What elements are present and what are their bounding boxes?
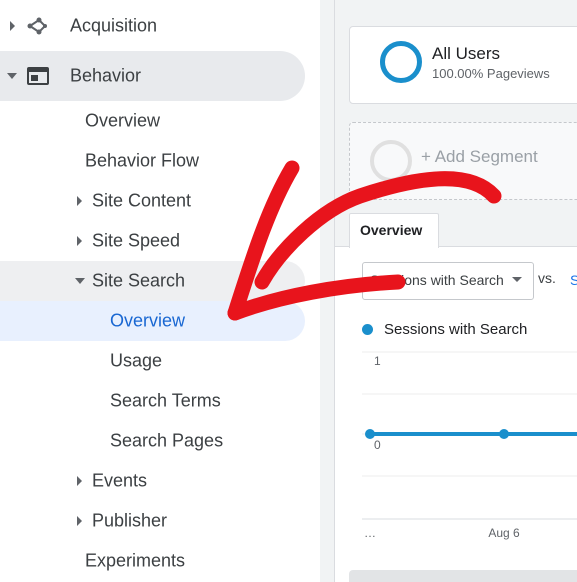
add-segment-button[interactable]: + Add Segment [421,147,538,167]
expand-caret-icon [10,21,15,31]
tab-overview-label: Overview [360,222,423,238]
legend-series-label: Sessions with Search [384,321,528,338]
sidebar-item-experiments[interactable]: Experiments [0,541,305,581]
sidebar-nav: Acquisition Behavior Overview Behavior F… [0,0,320,582]
line-chart: 1 0 … Aug 6 [362,351,577,540]
dropdown-arrow-icon [512,277,522,282]
expand-caret-icon [77,516,82,526]
collapse-caret-icon [75,278,85,284]
sidebar-item-label: Site Speed [92,230,181,251]
expand-caret-icon [77,476,82,486]
sidebar-item-label: Events [92,470,148,491]
compare-metric-link[interactable]: S [570,272,577,288]
compare-vs-label: vs. [538,270,556,286]
sidebar-item-label: Search Terms [110,390,221,411]
sidebar-item-site-content[interactable]: Site Content [0,181,305,221]
sidebar-item-label: Experiments [85,550,186,571]
sidebar-item-label: Behavior [70,65,142,86]
sidebar-item-label: Behavior Flow [85,150,200,171]
sidebar-item-label: Overview [110,310,186,331]
sidebar-item-behavior[interactable]: Behavior [0,56,305,96]
sidebar-item-site-search-overview[interactable]: Overview [0,301,305,341]
sidebar-item-label: Search Pages [110,430,224,451]
acquisition-icon [27,17,47,35]
y-tick-label: 1 [374,354,381,368]
data-point[interactable] [365,429,375,439]
legend-dot-icon [362,324,373,335]
sidebar-item-overview[interactable]: Overview [0,101,305,141]
sidebar-item-search-pages[interactable]: Search Pages [0,421,305,461]
sidebar-item-label: Overview [85,110,161,131]
sidebar-item-label: Usage [110,350,163,371]
sidebar-item-search-terms[interactable]: Search Terms [0,381,305,421]
next-card-edge [349,570,577,582]
sidebar-item-site-speed[interactable]: Site Speed [0,221,305,261]
sidebar-item-publisher[interactable]: Publisher [0,501,305,541]
chart-series [365,429,577,439]
collapse-caret-icon [7,73,17,79]
segment-ring-icon [380,41,422,83]
segment-pageviews: 100.00% Pageviews [432,66,550,81]
sidebar-item-behavior-flow[interactable]: Behavior Flow [0,141,305,181]
sidebar-item-usage[interactable]: Usage [0,341,305,381]
data-point[interactable] [499,429,509,439]
y-tick-label: 0 [374,438,381,452]
segment-name: All Users [432,44,501,63]
behavior-icon [27,67,49,85]
sidebar-item-label: Site Content [92,190,192,211]
sidebar-item-events[interactable]: Events [0,461,305,501]
empty-segment-ring-icon [370,140,412,182]
sidebar-item-label: Acquisition [70,15,158,36]
sidebar-item-site-search[interactable]: Site Search [0,261,305,301]
sidebar-item-label: Publisher [92,510,168,531]
sidebar-item-label: Site Search [92,270,186,291]
x-tick-label: … [364,526,376,540]
expand-caret-icon [77,236,82,246]
sidebar-item-acquisition[interactable]: Acquisition [0,6,305,46]
metric-select-value: Sessions with Search [370,272,504,288]
x-tick-label: Aug 6 [488,526,520,540]
expand-caret-icon [77,196,82,206]
